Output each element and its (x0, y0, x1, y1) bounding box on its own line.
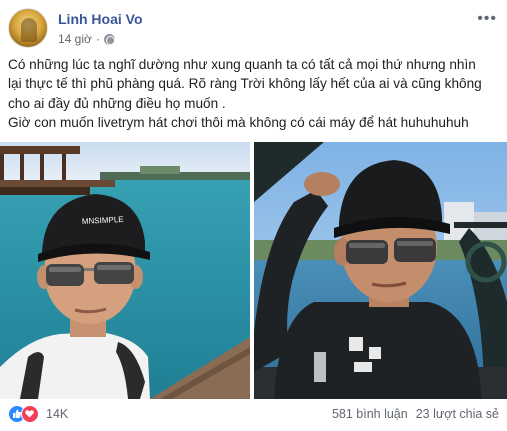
post-meta: 14 giờ · (58, 32, 115, 46)
globe-icon[interactable] (103, 33, 115, 45)
comment-count[interactable]: 581 bình luận (332, 407, 408, 421)
author-name[interactable]: Linh Hoai Vo (58, 11, 143, 27)
photo-left[interactable]: MNSIMPLE (0, 142, 250, 399)
post-text-line: cho ai đầy đủ những điều họ muốn . (8, 95, 226, 111)
post-text: Có những lúc ta nghĩ dường như xung quan… (8, 55, 500, 133)
facebook-post: Linh Hoai Vo 14 giờ · ••• Có những lúc t… (0, 0, 507, 431)
reactions-bar: 14K 581 bình luận 23 lượt chia sẻ (8, 403, 499, 427)
heart-icon (21, 405, 39, 423)
share-count[interactable]: 23 lượt chia sẻ (416, 407, 499, 421)
reaction-icons[interactable] (8, 405, 44, 423)
photo-right-image (254, 142, 507, 399)
reaction-count[interactable]: 14K (46, 407, 68, 421)
post-time[interactable]: 14 giờ (58, 32, 92, 46)
engagement-stats: 581 bình luận 23 lượt chia sẻ (332, 407, 499, 421)
photo-right[interactable] (254, 142, 507, 399)
post-text-line: Có những lúc ta nghĩ dường như xung quan… (8, 57, 476, 72)
post-text-line: lại thực tế thì phũ phàng quá. Rõ ràng T… (8, 76, 482, 92)
ellipsis-icon[interactable]: ••• (477, 10, 497, 28)
photo-left-image: MNSIMPLE (0, 142, 250, 399)
post-text-line: Giờ con muốn livetrym hát chơi thôi mà k… (8, 115, 469, 131)
post-header: Linh Hoai Vo 14 giờ · ••• (8, 8, 499, 48)
avatar[interactable] (8, 8, 48, 48)
